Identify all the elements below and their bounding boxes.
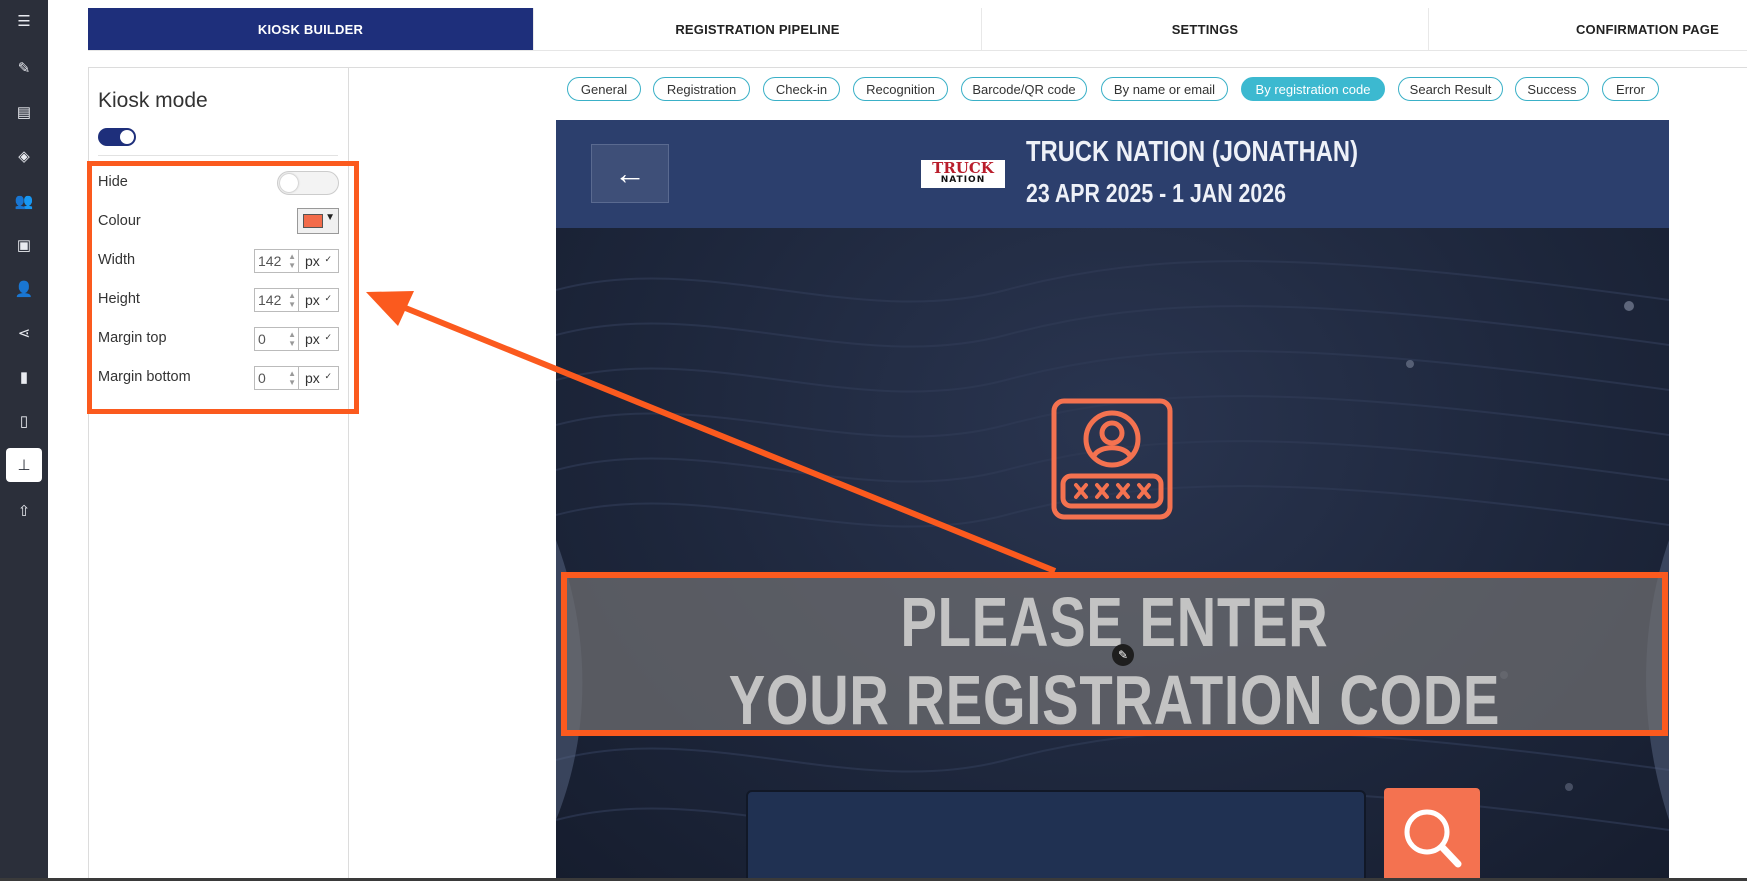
back-button[interactable]: ← [591, 144, 669, 203]
headline-line-2: YOUR REGISTRATION CODE [728, 661, 1501, 739]
share-icon[interactable]: ⋖ [6, 316, 42, 350]
registration-code-input[interactable] [746, 790, 1366, 881]
kiosk-icon[interactable]: ⊥ [6, 448, 42, 482]
tab-registration-pipeline[interactable]: REGISTRATION PIPELINE [534, 8, 982, 50]
kiosk-preview: ← TRUCK NATION TRUCK NATION (JONATHAN) 2… [556, 120, 1669, 881]
panel-title: Kiosk mode [98, 89, 208, 112]
toggle-knob [120, 130, 134, 144]
logo-text-bottom: NATION [940, 175, 986, 185]
event-name: TRUCK NATION (JONATHAN) [1026, 136, 1359, 168]
pill-recognition[interactable]: Recognition [853, 77, 948, 101]
highlight-box-panel [87, 161, 359, 414]
briefcase-icon[interactable]: ▣ [6, 228, 42, 262]
preview-header: ← TRUCK NATION TRUCK NATION (JONATHAN) 2… [556, 120, 1669, 228]
top-tabs: KIOSK BUILDER REGISTRATION PIPELINE SETT… [88, 8, 1747, 51]
left-navigation: ☰ ✎ ▤ ◈ 👥 ▣ 👤 ⋖ ▮ ▯ ⊥ ⇧ [0, 0, 48, 881]
edit-pencil-icon[interactable]: ✎ [1112, 644, 1134, 666]
pill-by-registration-code[interactable]: By registration code [1241, 77, 1385, 101]
bar-chart-icon[interactable]: ▮ [6, 360, 42, 394]
event-logo: TRUCK NATION [921, 160, 1005, 188]
search-button[interactable] [1384, 788, 1480, 881]
upload-icon[interactable]: ⇧ [6, 494, 42, 528]
logo-text-top: TRUCK [932, 159, 994, 177]
event-dates: 23 APR 2025 - 1 JAN 2026 [1026, 178, 1286, 208]
pill-by-name-or-email[interactable]: By name or email [1101, 77, 1228, 101]
tab-kiosk-builder[interactable]: KIOSK BUILDER [88, 8, 534, 50]
registration-code-icon[interactable] [1051, 398, 1173, 520]
pill-success[interactable]: Success [1515, 77, 1589, 101]
search-icon [1404, 809, 1462, 868]
panel-divider [98, 155, 338, 156]
menu-icon[interactable]: ☰ [6, 4, 42, 38]
arrow-left-icon: ← [614, 155, 646, 191]
tab-confirmation-page[interactable]: CONFIRMATION PAGE [1429, 8, 1747, 50]
pencil-icon[interactable]: ✎ [6, 51, 42, 85]
pill-registration[interactable]: Registration [653, 77, 750, 101]
page-icon[interactable]: ▯ [6, 404, 42, 438]
kiosk-mode-toggle[interactable] [98, 128, 136, 146]
pill-barcode-qr[interactable]: Barcode/QR code [961, 77, 1087, 101]
tag-icon[interactable]: ◈ [6, 139, 42, 173]
headline-text-block[interactable]: PLEASE ENTER YOUR REGISTRATION CODE ✎ [561, 572, 1668, 739]
pill-search-result[interactable]: Search Result [1398, 77, 1503, 101]
document-icon[interactable]: ▤ [6, 95, 42, 129]
tab-settings[interactable]: SETTINGS [982, 8, 1429, 50]
pill-check-in[interactable]: Check-in [763, 77, 840, 101]
pill-error[interactable]: Error [1602, 77, 1659, 101]
users-icon[interactable]: 👤 [6, 272, 42, 306]
pill-general[interactable]: General [567, 77, 641, 101]
group-icon[interactable]: 👥 [6, 184, 42, 218]
